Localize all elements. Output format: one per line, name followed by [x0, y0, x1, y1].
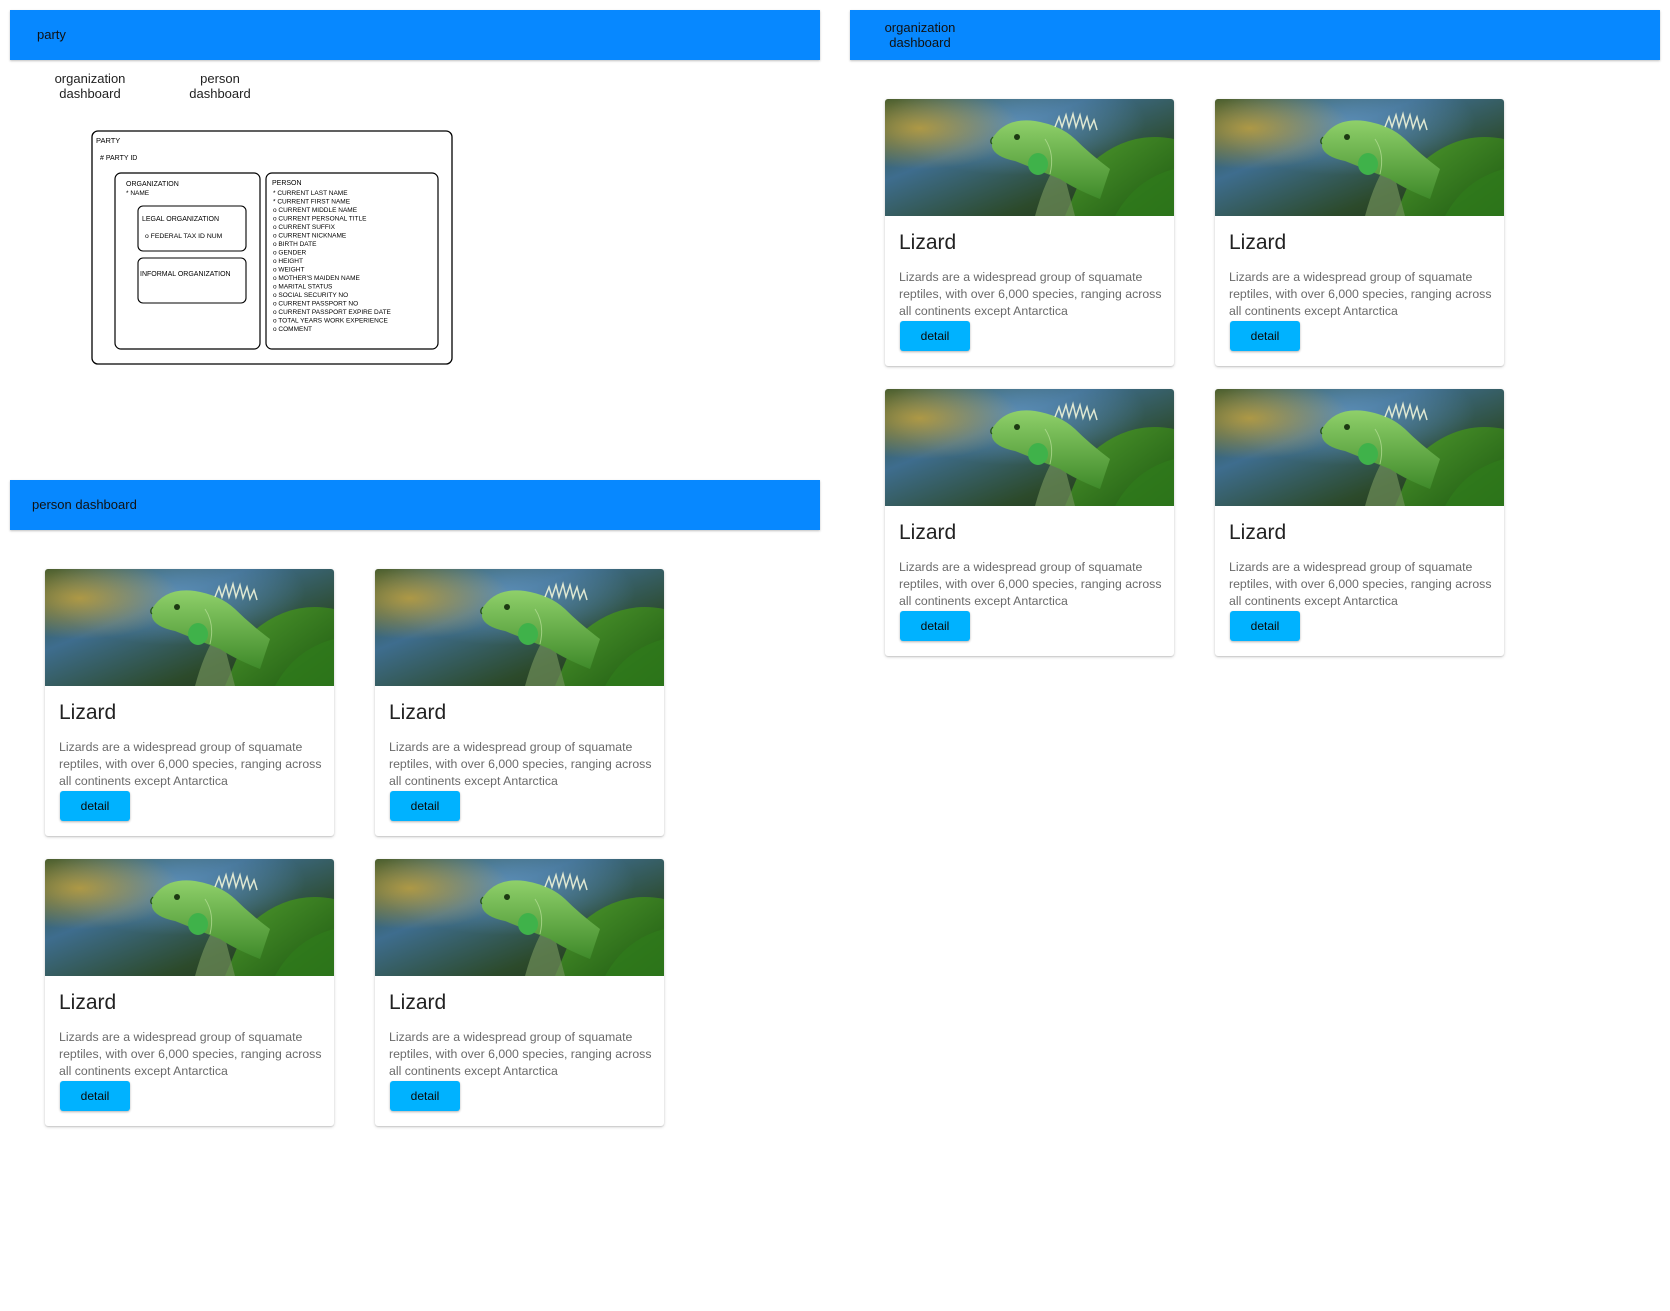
organization-dashboard-frame: organization dashboard Lizard Lizards ar…	[850, 10, 1660, 710]
person-attribute: * CURRENT LAST NAME	[273, 190, 348, 197]
person-attribute: o CURRENT MIDDLE NAME	[273, 207, 358, 214]
lizard-image	[375, 569, 664, 686]
card-title: Lizard	[1229, 521, 1287, 544]
person-label: PERSON	[272, 180, 302, 187]
lizard-card: Lizard Lizards are a widespread group of…	[885, 99, 1174, 366]
lizard-card: Lizard Lizards are a widespread group of…	[45, 859, 334, 1126]
card-description: Lizards are a widespread group of squama…	[389, 740, 652, 788]
card-title: Lizard	[389, 701, 447, 724]
person-attribute: o CURRENT NICKNAME	[273, 233, 347, 240]
detail-button[interactable]: detail	[390, 791, 460, 821]
organization-entity-box	[114, 172, 261, 350]
federal-tax-id-attribute: o FEDERAL TAX ID NUM	[145, 233, 223, 240]
lizard-image	[1215, 389, 1504, 506]
card-description: Lizards are a widespread group of squama…	[1229, 270, 1492, 318]
party-frame: party organization dashboard person dash…	[10, 10, 820, 410]
person-attribute: o MOTHER'S MAIDEN NAME	[273, 275, 360, 282]
detail-button[interactable]: detail	[1230, 321, 1300, 351]
card-title: Lizard	[59, 701, 117, 724]
person-attribute: o CURRENT PASSPORT EXPIRE DATE	[273, 309, 392, 316]
party-entity-box	[91, 130, 453, 365]
detail-button[interactable]: detail	[60, 1081, 130, 1111]
person-attribute: o SOCIAL SECURITY NO	[273, 292, 348, 299]
card-description: Lizards are a widespread group of squama…	[899, 560, 1162, 608]
party-appbar: party	[10, 10, 820, 60]
lizard-card: Lizard Lizards are a widespread group of…	[375, 569, 664, 836]
lizard-card: Lizard Lizards are a widespread group of…	[885, 389, 1174, 656]
lizard-card: Lizard Lizards are a widespread group of…	[1215, 389, 1504, 656]
person-attribute: o CURRENT PERSONAL TITLE	[273, 216, 367, 223]
party-appbar-title: party	[37, 27, 66, 42]
card-description: Lizards are a widespread group of squama…	[1229, 560, 1492, 608]
person-attribute: * CURRENT FIRST NAME	[273, 199, 351, 206]
nav-person-dashboard[interactable]: person dashboard	[175, 71, 265, 101]
legal-organization-label: LEGAL ORGANIZATION	[142, 216, 219, 223]
card-title: Lizard	[1229, 231, 1287, 254]
card-title: Lizard	[59, 991, 117, 1014]
lizard-card: Lizard Lizards are a widespread group of…	[375, 859, 664, 1126]
person-attribute: o WEIGHT	[273, 267, 304, 274]
card-title: Lizard	[899, 521, 957, 544]
organization-dashboard-appbar: organization dashboard	[850, 10, 1660, 60]
person-attribute: o TOTAL YEARS WORK EXPERIENCE	[273, 318, 389, 325]
card-description: Lizards are a widespread group of squama…	[59, 740, 322, 788]
party-entity-diagram: PARTY # PARTY ID ORGANIZATION * NAME LEG…	[91, 130, 453, 365]
person-attribute: o GENDER	[273, 250, 307, 257]
detail-button[interactable]: detail	[900, 321, 970, 351]
card-title: Lizard	[389, 991, 447, 1014]
organization-dashboard-appbar-title: organization dashboard	[884, 20, 956, 50]
lizard-image	[45, 859, 334, 976]
detail-button[interactable]: detail	[390, 1081, 460, 1111]
person-attribute: o HEIGHT	[273, 258, 303, 265]
organization-label: ORGANIZATION	[126, 181, 179, 188]
card-description: Lizards are a widespread group of squama…	[59, 1030, 322, 1078]
detail-button[interactable]: detail	[900, 611, 970, 641]
card-description: Lizards are a widespread group of squama…	[899, 270, 1162, 318]
lizard-card: Lizard Lizards are a widespread group of…	[1215, 99, 1504, 366]
lizard-image	[45, 569, 334, 686]
party-id-attribute: # PARTY ID	[100, 155, 137, 162]
person-attribute: o BIRTH DATE	[273, 241, 317, 248]
person-attribute: o CURRENT PASSPORT NO	[273, 301, 358, 308]
informal-organization-box	[137, 257, 247, 304]
card-title: Lizard	[899, 231, 957, 254]
nav-organization-dashboard[interactable]: organization dashboard	[45, 71, 135, 101]
lizard-image	[885, 389, 1174, 506]
person-attribute: o CURRENT SUFFIX	[273, 224, 336, 231]
organization-name-attribute: * NAME	[126, 190, 150, 197]
party-label: PARTY	[96, 136, 120, 145]
person-dashboard-appbar-title: person dashboard	[32, 497, 137, 512]
detail-button[interactable]: detail	[1230, 611, 1300, 641]
person-dashboard-appbar: person dashboard	[10, 480, 820, 530]
lizard-image	[885, 99, 1174, 216]
lizard-image	[375, 859, 664, 976]
lizard-image	[1215, 99, 1504, 216]
person-dashboard-frame: person dashboard Lizard Lizards are a wi…	[10, 480, 820, 1280]
lizard-card: Lizard Lizards are a widespread group of…	[45, 569, 334, 836]
person-attribute: o COMMENT	[273, 326, 312, 333]
card-description: Lizards are a widespread group of squama…	[389, 1030, 652, 1078]
legal-organization-box	[137, 205, 247, 252]
detail-button[interactable]: detail	[60, 791, 130, 821]
person-attribute: o MARITAL STATUS	[273, 284, 333, 291]
informal-organization-label: INFORMAL ORGANIZATION	[140, 271, 231, 278]
